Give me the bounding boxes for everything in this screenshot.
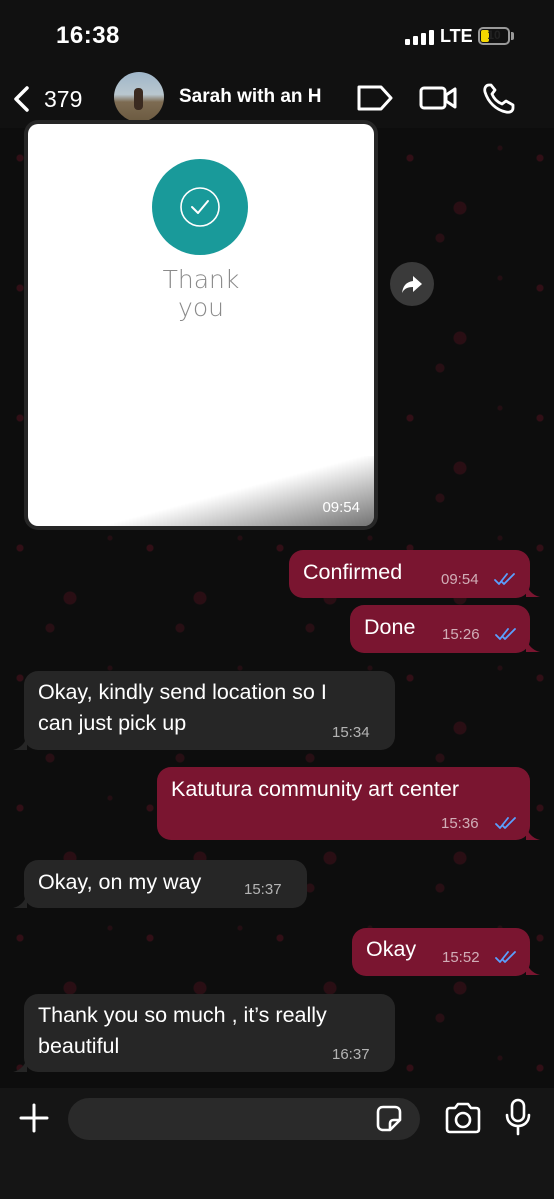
checkmark-circle-icon [152,159,248,255]
image-message[interactable]: Thank you 09:54 [24,120,378,530]
composer-bar [0,1088,554,1199]
message-input[interactable] [68,1098,420,1140]
microphone-icon[interactable] [504,1098,532,1136]
message-time: 15:36 [441,815,479,832]
outgoing-message[interactable]: Katutura community art center 15:36 [157,767,530,840]
message-text: Done [364,615,416,639]
image-caption-text: Thank you [162,265,240,322]
message-time: 15:26 [442,626,480,643]
read-ticks-icon [495,628,516,640]
message-time: 15:52 [442,949,480,966]
forward-arrow-icon [402,276,422,293]
status-time: 16:38 [56,22,120,49]
message-text: Okay [366,937,417,961]
message-text: Katutura community art center [171,777,459,801]
message-text: Thank you so much , it’s really beautifu… [38,1003,327,1058]
forward-button[interactable] [390,262,434,306]
read-ticks-icon [494,573,515,585]
image-attachment[interactable]: Thank you 09:54 [28,124,374,526]
message-text: Confirmed [303,560,403,584]
outgoing-message[interactable]: Confirmed 09:54 [289,550,530,598]
message-time: 15:37 [244,881,282,898]
contact-name[interactable]: Sarah with an H [179,86,322,108]
message-time: 09:54 [322,499,360,516]
camera-icon[interactable] [444,1102,482,1134]
bubble-tail [526,583,540,597]
read-ticks-icon [495,951,516,963]
network-type: LTE [440,26,473,46]
sticker-icon[interactable] [374,1104,404,1134]
bubble-tail [526,961,540,975]
outgoing-message[interactable]: Okay 15:52 [352,928,530,976]
battery-tip [511,32,514,40]
back-button[interactable]: 379 [10,80,82,118]
signal-strength-icon [405,29,437,45]
bubble-tail [526,826,540,840]
plus-icon[interactable] [16,1100,52,1136]
outgoing-message[interactable]: Done 15:26 [350,605,530,653]
battery-icon: 10 [478,27,510,45]
message-time: 16:37 [332,1046,370,1063]
incoming-message[interactable]: Okay, on my way 15:37 [24,860,307,908]
message-time: 09:54 [441,571,479,588]
unread-count: 379 [44,85,83,112]
message-time: 15:34 [332,724,370,741]
label-tag-icon[interactable] [355,80,395,116]
battery-level: 10 [487,28,501,42]
bubble-tail [13,894,27,908]
bubble-tail [13,1058,27,1072]
incoming-message[interactable]: Thank you so much , it’s really beautifu… [24,994,395,1072]
message-text: Okay, kindly send location so I can just… [38,680,327,735]
status-bar: 16:38 LTE 10 [0,0,554,70]
phone-call-icon[interactable] [480,80,520,116]
back-chevron-icon [14,86,29,112]
bubble-tail [526,638,540,652]
read-ticks-icon [495,817,516,829]
message-text: Okay, on my way [38,870,202,894]
avatar[interactable] [114,72,164,122]
video-call-icon[interactable] [418,80,458,116]
bubble-tail [13,736,27,750]
incoming-message[interactable]: Okay, kindly send location so I can just… [24,671,395,750]
